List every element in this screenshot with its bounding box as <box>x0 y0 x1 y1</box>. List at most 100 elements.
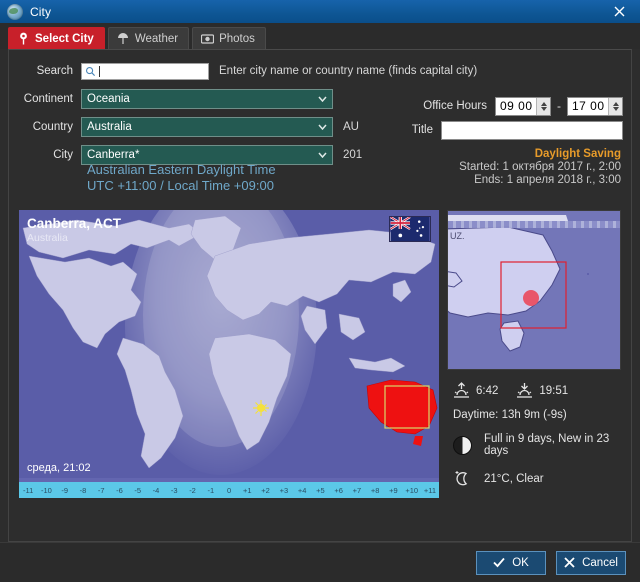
stepper-arrows-icon[interactable] <box>608 98 622 115</box>
office-hours-row: Office Hours 09 00 - 17 00 <box>377 94 623 118</box>
title-row: Title <box>377 118 623 142</box>
globe-icon <box>7 4 23 20</box>
continent-select[interactable]: Oceania <box>81 89 333 109</box>
main-panel: Search Enter city name or country name (… <box>8 49 632 542</box>
tz-tick: +11 <box>421 486 439 495</box>
window-title: City <box>30 5 51 19</box>
sunset-icon <box>516 382 533 399</box>
map-city-name: Canberra, ACT <box>27 216 121 231</box>
tz-tick: +6 <box>330 486 348 495</box>
search-label: Search <box>9 65 81 77</box>
map-country-name: Australia <box>27 232 121 244</box>
moon-phase-icon <box>453 436 472 455</box>
world-map-graphic <box>19 210 439 478</box>
country-value: Australia <box>87 121 312 133</box>
ok-button[interactable]: OK <box>476 551 546 575</box>
tz-tick: -10 <box>37 486 55 495</box>
sunrise-item: 6:42 <box>453 382 498 399</box>
map-city-header: Canberra, ACT Australia <box>27 216 121 244</box>
moon-phase-text: Full in 9 days, New in 23 days <box>484 433 617 457</box>
country-select[interactable]: Australia <box>81 117 333 137</box>
stepper-arrows-icon[interactable] <box>536 98 550 115</box>
office-hours-end-value: 17 00 <box>572 99 608 113</box>
city-form: Search Enter city name or country name (… <box>9 50 631 202</box>
timezone-name: Australian Eastern Daylight Time <box>87 162 276 177</box>
tz-tick: -3 <box>165 486 183 495</box>
cancel-button[interactable]: Cancel <box>556 551 626 575</box>
tz-tick: 0 <box>220 486 238 495</box>
region-map[interactable]: UZ. <box>447 210 621 370</box>
daylight-saving-ends: Ends: 1 апреля 2018 г., 3:00 <box>459 174 621 186</box>
city-value: Canberra* <box>87 149 312 161</box>
australia-highlight <box>367 380 437 446</box>
country-label: Country <box>9 121 81 133</box>
timezone-scale[interactable]: -11 -10 -9 -8 -7 -6 -5 -4 -3 -2 -1 0 +1 … <box>19 482 439 498</box>
tab-weather[interactable]: Weather <box>108 27 189 49</box>
temperature-row: 21°C, Clear <box>453 469 617 488</box>
search-input[interactable] <box>81 63 209 80</box>
region-map-label: UZ. <box>450 231 465 241</box>
tz-tick: -7 <box>92 486 110 495</box>
search-row: Search Enter city name or country name (… <box>9 58 631 84</box>
tab-select-city[interactable]: Select City <box>8 27 105 49</box>
daylight-saving-heading: Daylight Saving <box>459 148 621 160</box>
temperature-text: 21°C, Clear <box>484 473 544 485</box>
map-local-time: среда, 21:02 <box>27 462 91 474</box>
tz-tick: -9 <box>56 486 74 495</box>
australia-flag-icon <box>389 216 431 242</box>
tz-tick: -4 <box>147 486 165 495</box>
timezone-ribbon <box>448 221 620 228</box>
search-hint: Enter city name or country name (finds c… <box>219 65 477 77</box>
tz-tick: +5 <box>311 486 329 495</box>
country-code: AU <box>343 121 359 133</box>
tz-tick: -11 <box>19 486 37 495</box>
umbrella-icon <box>117 32 130 45</box>
tz-tick: -1 <box>202 486 220 495</box>
continent-value: Oceania <box>87 93 312 105</box>
chevron-down-icon <box>312 118 332 136</box>
weather-summary: 6:42 19:51 Daytime: 13h 9m <box>447 370 621 488</box>
maps-area: Canberra, ACT Australia <box>19 210 621 529</box>
timezone-offsets: UTC +11:00 / Local Time +09:00 <box>87 178 276 193</box>
map-pin-icon <box>17 32 30 45</box>
moon-phase-row: Full in 9 days, New in 23 days <box>453 433 617 457</box>
chevron-down-icon <box>312 90 332 108</box>
city-dialog: City Select City Weather Photos <box>0 0 640 582</box>
close-x-icon <box>564 557 575 568</box>
title-input[interactable] <box>441 121 623 140</box>
tz-tick: -6 <box>110 486 128 495</box>
daylight-saving-started: Started: 1 октября 2017 г., 2:00 <box>459 161 621 173</box>
tz-tick: -2 <box>183 486 201 495</box>
tab-label: Weather <box>135 33 178 45</box>
world-map[interactable]: Canberra, ACT Australia <box>19 210 439 498</box>
office-hours-end-stepper[interactable]: 17 00 <box>567 97 623 116</box>
tab-label: Select City <box>35 33 94 45</box>
sunrise-icon <box>453 382 470 399</box>
tz-tick: -8 <box>74 486 92 495</box>
title-label: Title <box>412 124 433 136</box>
city-label: City <box>9 149 81 161</box>
tz-tick: +8 <box>366 486 384 495</box>
office-hours-label: Office Hours <box>423 100 487 112</box>
sun-times-row: 6:42 19:51 <box>453 382 617 399</box>
office-hours-block: Office Hours 09 00 - 17 00 Title <box>377 94 623 142</box>
ok-label: OK <box>512 557 529 569</box>
search-icon <box>85 66 96 77</box>
daylight-saving-info: Daylight Saving Started: 1 октября 2017 … <box>459 148 621 186</box>
window-titlebar: City <box>0 0 640 23</box>
text-caret <box>99 66 100 77</box>
tz-tick: +1 <box>238 486 256 495</box>
tz-tick: +2 <box>256 486 274 495</box>
tab-photos[interactable]: Photos <box>192 27 266 49</box>
tz-tick: +3 <box>275 486 293 495</box>
chevron-down-icon <box>312 146 332 164</box>
night-clear-icon <box>453 469 472 488</box>
tz-tick: +9 <box>384 486 402 495</box>
office-hours-separator: - <box>557 99 561 113</box>
tabstrip: Select City Weather Photos <box>0 23 640 49</box>
tz-tick: +7 <box>348 486 366 495</box>
office-hours-start-stepper[interactable]: 09 00 <box>495 97 551 116</box>
cancel-label: Cancel <box>582 557 618 569</box>
close-icon[interactable] <box>598 0 640 23</box>
tz-tick: +10 <box>403 486 421 495</box>
